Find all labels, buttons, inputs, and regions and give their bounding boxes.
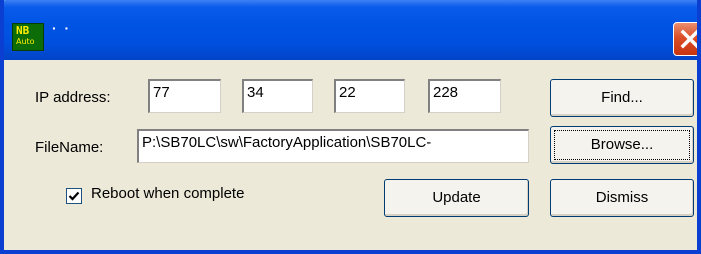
reboot-checkbox[interactable] (66, 188, 82, 204)
ip-octet-3-field[interactable]: 22 (334, 79, 405, 113)
app-icon-text-bottom: Auto (16, 37, 35, 46)
ip-octet-2-field[interactable]: 34 (242, 79, 313, 113)
ip-address-label: IP address: (35, 89, 111, 106)
app-icon: NB Auto (12, 23, 44, 51)
close-button[interactable] (673, 22, 697, 56)
reboot-label[interactable]: Reboot when complete (91, 185, 244, 202)
filename-label: FileName: (35, 139, 104, 156)
window-title: · · (52, 20, 72, 36)
dialog-window: NB Auto · · IP address: 77 34 22 228 Fil… (0, 0, 701, 254)
close-icon (680, 29, 697, 49)
ip-octet-4-field[interactable]: 228 (428, 79, 501, 113)
browse-button-label: Browse... (590, 136, 654, 153)
find-button[interactable]: Find... (550, 79, 694, 117)
filename-field[interactable]: P:\SB70LC\sw\FactoryApplication\SB70LC- (137, 129, 529, 163)
ip-octet-1-field[interactable]: 77 (148, 79, 221, 113)
checkmark-icon (68, 191, 80, 201)
update-button[interactable]: Update (384, 179, 529, 217)
browse-button[interactable]: Browse... (550, 126, 694, 164)
dismiss-button[interactable]: Dismiss (550, 179, 694, 217)
app-icon-text-top: NB (16, 24, 30, 37)
title-bar[interactable]: NB Auto · · (4, 0, 697, 60)
